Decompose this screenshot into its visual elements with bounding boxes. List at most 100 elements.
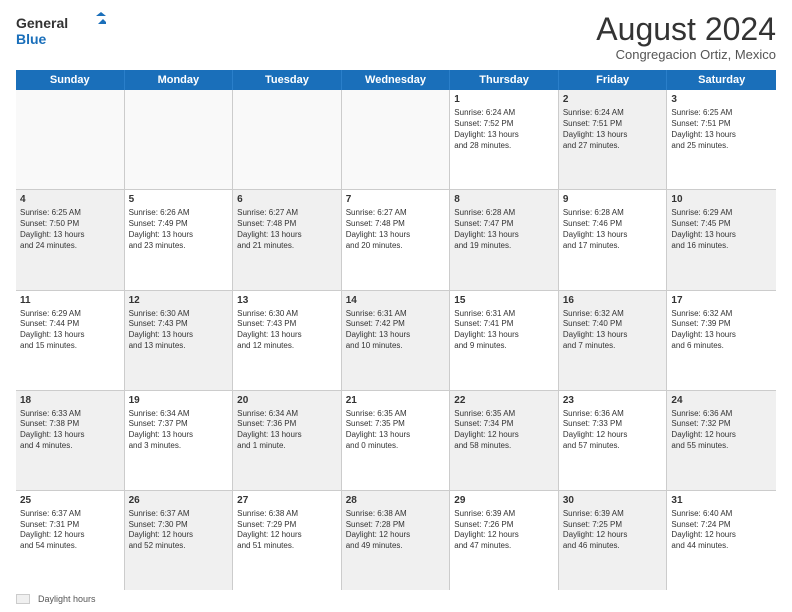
- cell-info: Sunrise: 6:35 AM Sunset: 7:35 PM Dayligh…: [346, 409, 446, 452]
- calendar-cell-day-19: 19 Sunrise: 6:34 AM Sunset: 7:37 PM Dayli…: [125, 391, 234, 490]
- calendar-cell-day-28: 28 Sunrise: 6:38 AM Sunset: 7:28 PM Dayli…: [342, 491, 451, 590]
- cell-info: Sunrise: 6:31 AM Sunset: 7:42 PM Dayligh…: [346, 309, 446, 352]
- calendar-cell-day-5: 5 Sunrise: 6:26 AM Sunset: 7:49 PM Daylig…: [125, 190, 234, 289]
- cell-info: Sunrise: 6:31 AM Sunset: 7:41 PM Dayligh…: [454, 309, 554, 352]
- calendar-cell-day-27: 27Sunrise: 6:38 AM Sunset: 7:29 PM Dayli…: [233, 491, 342, 590]
- day-number: 10: [671, 193, 772, 206]
- header-day-monday: Monday: [125, 70, 234, 90]
- calendar-cell-day-31: 31Sunrise: 6:40 AM Sunset: 7:24 PM Dayli…: [667, 491, 776, 590]
- day-number: 5: [129, 193, 229, 206]
- day-number: 2: [563, 93, 663, 106]
- day-number: 9: [563, 193, 663, 206]
- day-number: 14: [346, 294, 446, 307]
- cell-info: Sunrise: 6:29 AM Sunset: 7:45 PM Dayligh…: [671, 208, 772, 251]
- legend-box: [16, 594, 30, 604]
- calendar-row-1: 1 Sunrise: 6:24 AM Sunset: 7:52 PM Daylig…: [16, 90, 776, 190]
- day-number: 19: [129, 394, 229, 407]
- cell-info: Sunrise: 6:25 AM Sunset: 7:51 PM Dayligh…: [671, 108, 772, 151]
- calendar-cell-day-7: 7 Sunrise: 6:27 AM Sunset: 7:48 PM Daylig…: [342, 190, 451, 289]
- day-number: 31: [671, 494, 772, 507]
- day-number: 11: [20, 294, 120, 307]
- legend: Daylight hours: [16, 594, 776, 604]
- cell-info: Sunrise: 6:27 AM Sunset: 7:48 PM Dayligh…: [346, 208, 446, 251]
- cell-info: Sunrise: 6:34 AM Sunset: 7:37 PM Dayligh…: [129, 409, 229, 452]
- calendar-cell-day-25: 25 Sunrise: 6:37 AM Sunset: 7:31 PM Dayli…: [16, 491, 125, 590]
- logo-svg: General Blue: [16, 12, 106, 50]
- cell-info: Sunrise: 6:37 AM Sunset: 7:31 PM Dayligh…: [20, 509, 120, 552]
- calendar-cell-empty: [125, 90, 234, 189]
- calendar-cell-day-24: 24Sunrise: 6:36 AM Sunset: 7:32 PM Dayli…: [667, 391, 776, 490]
- cell-info: Sunrise: 6:25 AM Sunset: 7:50 PM Dayligh…: [20, 208, 120, 251]
- calendar-cell-day-2: 2 Sunrise: 6:24 AM Sunset: 7:51 PM Daylig…: [559, 90, 668, 189]
- calendar-row-5: 25 Sunrise: 6:37 AM Sunset: 7:31 PM Dayli…: [16, 491, 776, 590]
- calendar-cell-day-17: 17 Sunrise: 6:32 AM Sunset: 7:39 PM Dayli…: [667, 291, 776, 390]
- cell-info: Sunrise: 6:28 AM Sunset: 7:47 PM Dayligh…: [454, 208, 554, 251]
- month-year-title: August 2024: [596, 12, 776, 47]
- calendar-cell-day-18: 18 Sunrise: 6:33 AM Sunset: 7:38 PM Dayli…: [16, 391, 125, 490]
- svg-text:General: General: [16, 15, 68, 31]
- title-block: August 2024 Congregacion Ortiz, Mexico: [596, 12, 776, 62]
- calendar-cell-day-4: 4 Sunrise: 6:25 AM Sunset: 7:50 PM Daylig…: [16, 190, 125, 289]
- header-day-thursday: Thursday: [450, 70, 559, 90]
- day-number: 16: [563, 294, 663, 307]
- calendar-cell-day-1: 1 Sunrise: 6:24 AM Sunset: 7:52 PM Daylig…: [450, 90, 559, 189]
- cell-info: Sunrise: 6:27 AM Sunset: 7:48 PM Dayligh…: [237, 208, 337, 251]
- cell-info: Sunrise: 6:28 AM Sunset: 7:46 PM Dayligh…: [563, 208, 663, 251]
- cell-info: Sunrise: 6:24 AM Sunset: 7:51 PM Dayligh…: [563, 108, 663, 151]
- calendar-cell-empty: [233, 90, 342, 189]
- day-number: 26: [129, 494, 229, 507]
- day-number: 4: [20, 193, 120, 206]
- cell-info: Sunrise: 6:24 AM Sunset: 7:52 PM Dayligh…: [454, 108, 554, 151]
- day-number: 30: [563, 494, 663, 507]
- calendar-cell-day-9: 9 Sunrise: 6:28 AM Sunset: 7:46 PM Daylig…: [559, 190, 668, 289]
- cell-info: Sunrise: 6:26 AM Sunset: 7:49 PM Dayligh…: [129, 208, 229, 251]
- cell-info: Sunrise: 6:38 AM Sunset: 7:28 PM Dayligh…: [346, 509, 446, 552]
- cell-info: Sunrise: 6:39 AM Sunset: 7:26 PM Dayligh…: [454, 509, 554, 552]
- cell-info: Sunrise: 6:35 AM Sunset: 7:34 PM Dayligh…: [454, 409, 554, 452]
- cell-info: Sunrise: 6:30 AM Sunset: 7:43 PM Dayligh…: [129, 309, 229, 352]
- day-number: 1: [454, 93, 554, 106]
- header-day-sunday: Sunday: [16, 70, 125, 90]
- calendar-cell-day-10: 10 Sunrise: 6:29 AM Sunset: 7:45 PM Dayli…: [667, 190, 776, 289]
- page-header: General Blue August 2024 Congregacion Or…: [16, 12, 776, 62]
- calendar-cell-day-6: 6 Sunrise: 6:27 AM Sunset: 7:48 PM Daylig…: [233, 190, 342, 289]
- calendar-cell-day-23: 23 Sunrise: 6:36 AM Sunset: 7:33 PM Dayli…: [559, 391, 668, 490]
- day-number: 7: [346, 193, 446, 206]
- calendar-cell-day-13: 13Sunrise: 6:30 AM Sunset: 7:43 PM Dayli…: [233, 291, 342, 390]
- logo: General Blue: [16, 12, 106, 50]
- calendar-cell-day-15: 15Sunrise: 6:31 AM Sunset: 7:41 PM Dayli…: [450, 291, 559, 390]
- cell-info: Sunrise: 6:36 AM Sunset: 7:33 PM Dayligh…: [563, 409, 663, 452]
- day-number: 12: [129, 294, 229, 307]
- day-number: 6: [237, 193, 337, 206]
- day-number: 17: [671, 294, 772, 307]
- calendar-cell-day-12: 12 Sunrise: 6:30 AM Sunset: 7:43 PM Dayli…: [125, 291, 234, 390]
- day-number: 25: [20, 494, 120, 507]
- calendar-cell-day-20: 20Sunrise: 6:34 AM Sunset: 7:36 PM Dayli…: [233, 391, 342, 490]
- cell-info: Sunrise: 6:32 AM Sunset: 7:39 PM Dayligh…: [671, 309, 772, 352]
- calendar-cell-day-8: 8 Sunrise: 6:28 AM Sunset: 7:47 PM Daylig…: [450, 190, 559, 289]
- calendar-row-3: 11 Sunrise: 6:29 AM Sunset: 7:44 PM Dayli…: [16, 291, 776, 391]
- cell-info: Sunrise: 6:39 AM Sunset: 7:25 PM Dayligh…: [563, 509, 663, 552]
- header-day-saturday: Saturday: [667, 70, 776, 90]
- day-number: 28: [346, 494, 446, 507]
- cell-info: Sunrise: 6:37 AM Sunset: 7:30 PM Dayligh…: [129, 509, 229, 552]
- day-number: 3: [671, 93, 772, 106]
- calendar-cell-day-26: 26 Sunrise: 6:37 AM Sunset: 7:30 PM Dayli…: [125, 491, 234, 590]
- day-number: 20: [237, 394, 337, 407]
- location-subtitle: Congregacion Ortiz, Mexico: [596, 47, 776, 62]
- cell-info: Sunrise: 6:38 AM Sunset: 7:29 PM Dayligh…: [237, 509, 337, 552]
- calendar-row-2: 4 Sunrise: 6:25 AM Sunset: 7:50 PM Daylig…: [16, 190, 776, 290]
- day-number: 24: [671, 394, 772, 407]
- cell-info: Sunrise: 6:33 AM Sunset: 7:38 PM Dayligh…: [20, 409, 120, 452]
- cell-info: Sunrise: 6:29 AM Sunset: 7:44 PM Dayligh…: [20, 309, 120, 352]
- cell-info: Sunrise: 6:32 AM Sunset: 7:40 PM Dayligh…: [563, 309, 663, 352]
- day-number: 18: [20, 394, 120, 407]
- day-number: 23: [563, 394, 663, 407]
- calendar-cell-day-21: 21Sunrise: 6:35 AM Sunset: 7:35 PM Dayli…: [342, 391, 451, 490]
- calendar-body: 1 Sunrise: 6:24 AM Sunset: 7:52 PM Daylig…: [16, 90, 776, 590]
- cell-info: Sunrise: 6:30 AM Sunset: 7:43 PM Dayligh…: [237, 309, 337, 352]
- header-day-tuesday: Tuesday: [233, 70, 342, 90]
- calendar-cell-day-29: 29Sunrise: 6:39 AM Sunset: 7:26 PM Dayli…: [450, 491, 559, 590]
- day-number: 8: [454, 193, 554, 206]
- svg-text:Blue: Blue: [16, 31, 47, 47]
